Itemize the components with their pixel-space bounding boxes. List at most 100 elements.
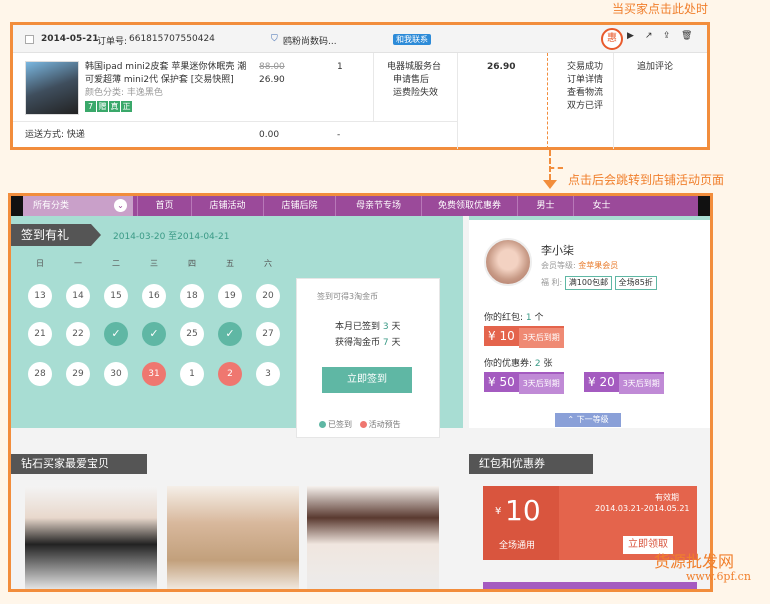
product-image[interactable] bbox=[25, 61, 79, 115]
coupon-expiry: 3天后到期 bbox=[618, 374, 664, 394]
benefit-row: 福 利: 满100包邮 全场85折 bbox=[541, 276, 657, 290]
signed-count: 3 bbox=[382, 322, 389, 332]
divider bbox=[13, 121, 457, 122]
nav-shop-backyard[interactable]: 店铺后院 bbox=[263, 196, 335, 216]
order-number-label: 订单号: bbox=[97, 37, 128, 47]
calendar-day[interactable]: 14 bbox=[66, 284, 90, 308]
insurance-status: 运费险失效 bbox=[393, 88, 439, 98]
price-original: 88.00 bbox=[259, 62, 285, 72]
badge-7day: 7 bbox=[85, 101, 96, 112]
coupon-row: 你的优惠券: 2 张 bbox=[484, 356, 553, 369]
nav-women[interactable]: 女士 bbox=[573, 196, 629, 216]
nav-shop-activity[interactable]: 店铺活动 bbox=[191, 196, 263, 216]
nav-home[interactable]: 首页 bbox=[137, 196, 191, 216]
nav-all-categories[interactable]: 所有分类 ⌄ bbox=[23, 196, 133, 216]
calendar-day[interactable]: 3 bbox=[256, 362, 280, 386]
product-color: 颜色分类: 丰逸黑色 bbox=[85, 88, 163, 98]
coupon-expiry: 3天后到期 bbox=[518, 374, 564, 394]
calendar-day[interactable]: 13 bbox=[28, 284, 52, 308]
shop-activity-page: 所有分类 ⌄ 首页 店铺活动 店铺后院 母亲节专场 免费领取优惠券 男士 女士 签… bbox=[8, 193, 713, 592]
hongbao-coupon[interactable]: ¥ 10 3天后到期 bbox=[484, 326, 564, 348]
redpack-scope: 全场通用 bbox=[499, 541, 536, 551]
weekday: 二 bbox=[112, 259, 120, 268]
calendar-day[interactable]: 25 bbox=[180, 322, 204, 346]
calendar-day[interactable]: 1 bbox=[180, 362, 204, 386]
weekday: 三 bbox=[150, 259, 158, 268]
earned-coins-line: 获得淘金币 7 天 bbox=[335, 335, 401, 348]
product-card[interactable] bbox=[25, 486, 157, 589]
next-card-edge bbox=[483, 582, 697, 589]
coupon-50[interactable]: ¥ 50 3天后到期 bbox=[484, 372, 564, 394]
upload-icon[interactable]: ⇪ bbox=[663, 31, 671, 41]
calendar-day[interactable]: 21 bbox=[28, 322, 52, 346]
order-detail-link[interactable]: 订单详情 bbox=[567, 74, 603, 87]
service-desk-link[interactable]: 电器城服务台 bbox=[387, 61, 441, 74]
calendar-day[interactable]: 19 bbox=[218, 284, 242, 308]
nav-men[interactable]: 男士 bbox=[517, 196, 573, 216]
signed-label: 本月已签到 bbox=[335, 322, 381, 332]
play-icon[interactable]: ▶ bbox=[627, 31, 634, 41]
quantity: 1 bbox=[337, 62, 343, 72]
calendar-day-event[interactable]: 2 bbox=[218, 362, 242, 386]
coupon-20[interactable]: ¥ 20 3天后到期 bbox=[584, 372, 664, 394]
order-total: 26.90 bbox=[487, 62, 516, 72]
coupon-amount: ¥ 10 bbox=[488, 329, 515, 343]
calendar-day[interactable]: 27 bbox=[256, 322, 280, 346]
divider bbox=[373, 53, 374, 121]
shipping-fee: 0.00 bbox=[259, 130, 280, 140]
member-level-row: 会员等级: 金苹果会员 bbox=[541, 260, 618, 271]
order-number: 661815707550424 bbox=[129, 34, 215, 44]
product-title-line2[interactable]: 可爱超薄 mini2代 保护套 [交易快照] bbox=[85, 74, 234, 87]
after-sale-link[interactable]: 申请售后 bbox=[393, 74, 429, 87]
product-card[interactable] bbox=[307, 486, 439, 589]
level-label: 会员等级: bbox=[541, 261, 576, 270]
product-card[interactable] bbox=[167, 486, 299, 589]
coupon-expiry: 3天后到期 bbox=[518, 328, 564, 348]
contact-seller[interactable]: 和我联系 bbox=[393, 34, 431, 45]
calendar-day[interactable]: 15 bbox=[104, 284, 128, 308]
nav-free-coupon[interactable]: 免费领取优惠券 bbox=[421, 196, 517, 216]
delete-icon[interactable]: 🗑 bbox=[681, 31, 692, 41]
calendar-day[interactable]: 29 bbox=[66, 362, 90, 386]
order-header: 2014-05-21 订单号: 661815707550424 ⛉ 鸥粉尚数码.… bbox=[13, 25, 707, 53]
sign-in-panel: 签到有礼 2014-03-20 至2014-04-21 日 一 二 三 四 五 … bbox=[11, 216, 463, 438]
sign-in-button[interactable]: 立即签到 bbox=[322, 367, 412, 393]
weekday: 四 bbox=[188, 259, 196, 268]
redpack-title: 红包和优惠券 bbox=[469, 454, 593, 474]
product-badges: 7赠真正 bbox=[85, 101, 133, 112]
calendar-day[interactable]: 30 bbox=[104, 362, 128, 386]
member-name: 李小柒 bbox=[541, 244, 574, 257]
nav-mothers-day[interactable]: 母亲节专场 bbox=[335, 196, 421, 216]
nav-category-label: 所有分类 bbox=[33, 201, 70, 211]
calendar-day[interactable]: 16 bbox=[142, 284, 166, 308]
legend-dot bbox=[319, 421, 326, 428]
shop-name-link[interactable]: 鸥粉尚数码... bbox=[283, 34, 337, 47]
calendar-day[interactable]: 22 bbox=[66, 322, 90, 346]
calendar-day-signed[interactable]: ✓ bbox=[104, 322, 128, 346]
calendar-day[interactable]: 28 bbox=[28, 362, 52, 386]
append-review-link[interactable]: 追加评论 bbox=[637, 61, 673, 74]
member-panel: 李小柒 会员等级: 金苹果会员 福 利: 满100包邮 全场85折 你的红包: … bbox=[469, 216, 710, 428]
divider bbox=[457, 53, 458, 149]
logistics-link[interactable]: 查看物流 bbox=[567, 87, 603, 100]
earned-unit: 天 bbox=[391, 338, 401, 348]
promo-hui-icon[interactable]: 惠 bbox=[601, 28, 623, 50]
shield-icon: ⛉ bbox=[271, 34, 278, 44]
next-level-button[interactable]: ⌃ 下一等级 bbox=[555, 413, 621, 427]
badge-gift: 赠 bbox=[97, 101, 108, 112]
benefit-discount: 全场85折 bbox=[614, 276, 657, 290]
share-icon[interactable]: ↗ bbox=[645, 31, 653, 41]
divider bbox=[547, 53, 548, 149]
status-success: 交易成功 bbox=[567, 62, 604, 72]
avatar[interactable] bbox=[484, 238, 532, 286]
order-checkbox[interactable] bbox=[25, 35, 34, 44]
coupon-count: 2 bbox=[534, 359, 541, 369]
calendar-day[interactable]: 20 bbox=[256, 284, 280, 308]
calendar-day-signed[interactable]: ✓ bbox=[218, 322, 242, 346]
product-title-line1[interactable]: 韩国ipad mini2皮套 苹果迷你休眠壳 潮 bbox=[85, 61, 246, 74]
calendar-day[interactable]: 18 bbox=[180, 284, 204, 308]
weekday: 一 bbox=[74, 259, 82, 268]
calendar-day-signed[interactable]: ✓ bbox=[142, 322, 166, 346]
arrow-down-icon bbox=[543, 180, 557, 189]
calendar-day-event[interactable]: 31 bbox=[142, 362, 166, 386]
